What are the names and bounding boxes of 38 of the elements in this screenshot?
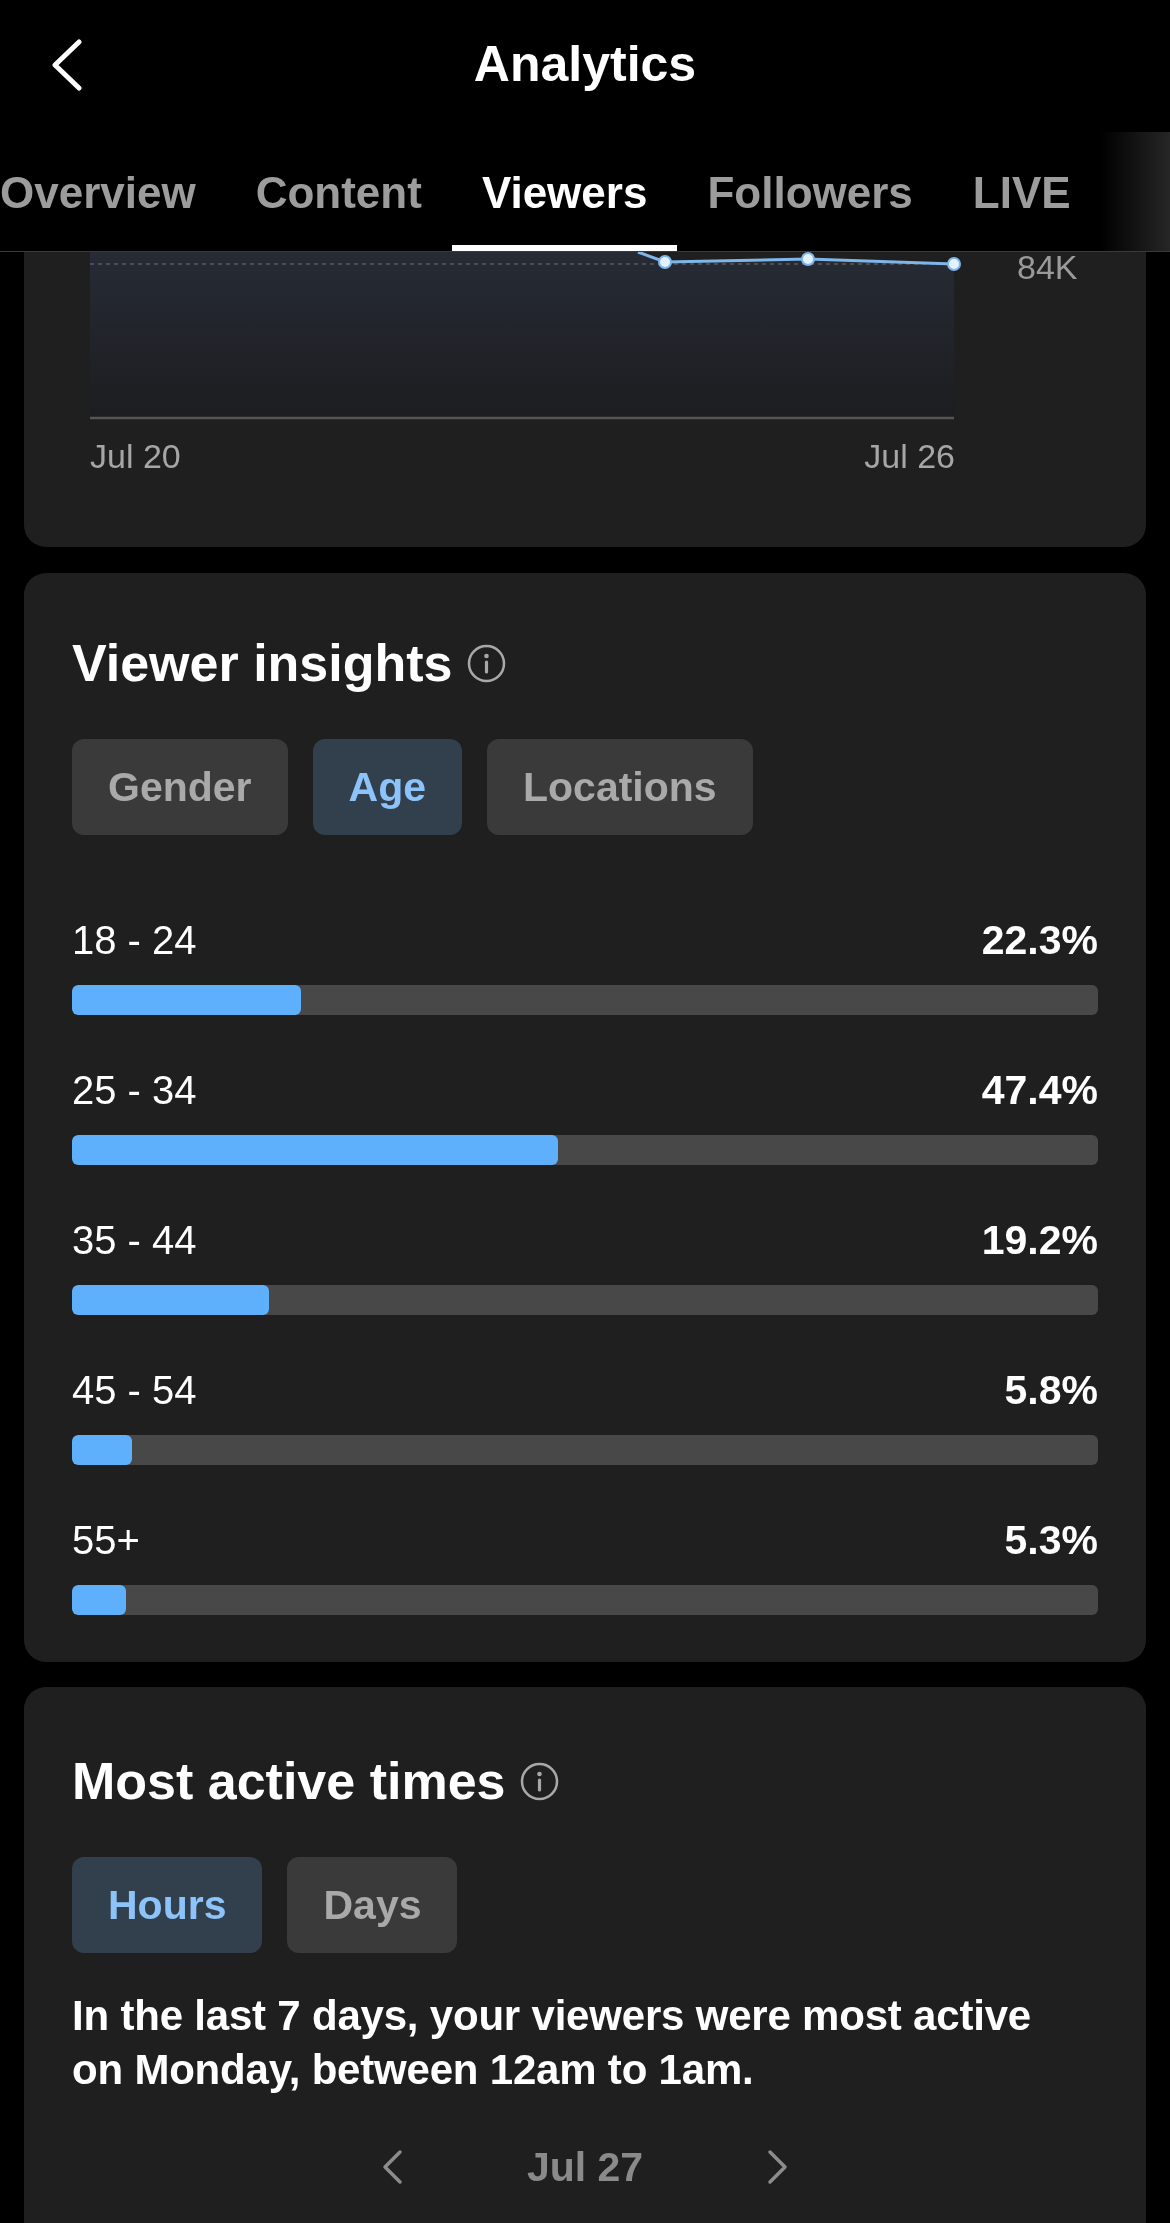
- age-range-label: 55+: [72, 1518, 140, 1562]
- info-icon[interactable]: [519, 1762, 559, 1801]
- data-point: [947, 257, 961, 271]
- data-point: [801, 252, 815, 266]
- section-title: Viewer insights: [72, 635, 453, 692]
- tab[interactable]: Overview: [0, 130, 226, 251]
- age-range-label: 45 - 54: [72, 1368, 197, 1412]
- summary-text: In the last 7 days, your viewers were most active on Monday, between 12am to 1am.: [72, 1991, 1032, 2095]
- next-button[interactable]: [767, 2149, 790, 2185]
- filter-chip[interactable]: Days: [287, 1857, 458, 1953]
- x-axis-label: Jul 26: [864, 436, 955, 476]
- chevron-right-icon: [767, 2149, 790, 2185]
- age-range-label: 35 - 44: [72, 1218, 197, 1262]
- y-axis-label: 84K: [1017, 252, 1078, 282]
- section-title: Most active times: [72, 1753, 506, 1810]
- tab[interactable]: Content: [225, 130, 452, 251]
- chevron-left-icon: [50, 39, 82, 91]
- filter-chip[interactable]: Locations: [487, 739, 753, 835]
- chevron-left-icon: [380, 2149, 403, 2185]
- previous-button[interactable]: [380, 2149, 403, 2185]
- data-point: [658, 255, 672, 269]
- page-title: Analytics: [473, 36, 697, 94]
- age-range-label: 18 - 24: [72, 918, 197, 962]
- x-axis-label: Jul 20: [90, 436, 181, 476]
- percentage-value: 19.2%: [981, 1218, 1098, 1262]
- tab[interactable]: LIVE: [942, 130, 1101, 251]
- date-label: Jul 27: [526, 2143, 644, 2191]
- filter-chip[interactable]: Gender: [72, 739, 288, 835]
- info-icon[interactable]: [466, 644, 506, 683]
- filter-chip[interactable]: Age: [312, 739, 462, 835]
- age-range-label: 25 - 34: [72, 1068, 197, 1112]
- percentage-value: 5.3%: [1004, 1518, 1098, 1562]
- percentage-value: 22.3%: [981, 918, 1098, 962]
- tab[interactable]: Followers: [677, 130, 943, 251]
- back-button[interactable]: [50, 39, 82, 91]
- percentage-value: 5.8%: [1004, 1368, 1098, 1412]
- filter-chip[interactable]: Hours: [72, 1857, 263, 1953]
- percentage-value: 47.4%: [981, 1068, 1098, 1112]
